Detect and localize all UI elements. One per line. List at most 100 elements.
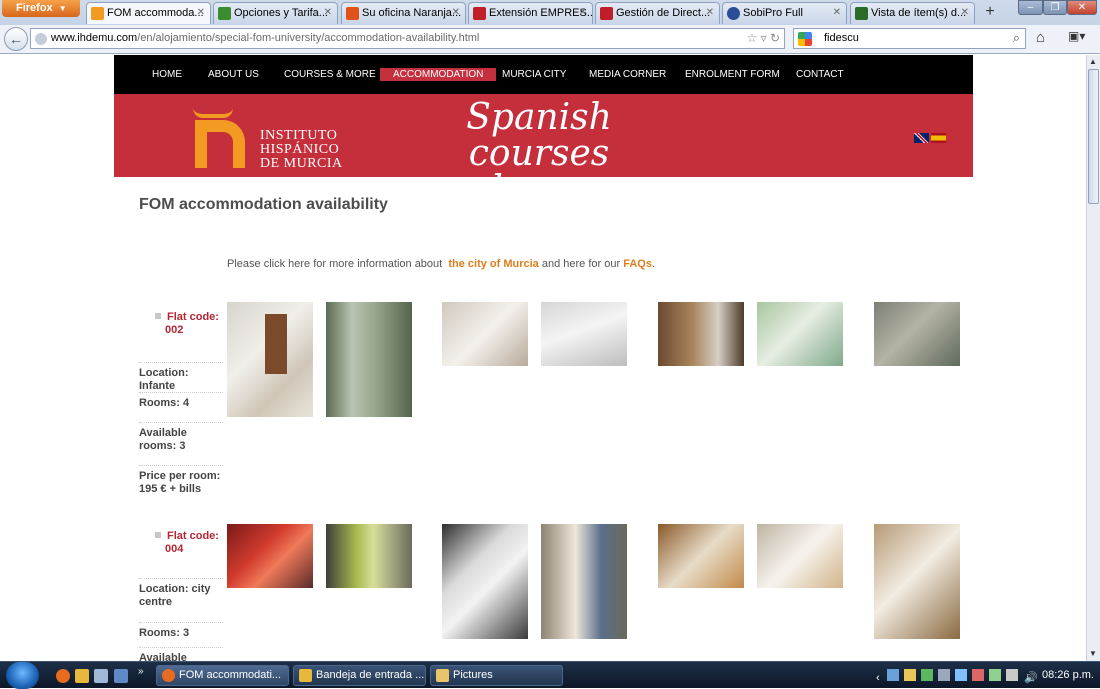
ihm-logo-icon[interactable] bbox=[189, 106, 249, 168]
faqs-link[interactable]: FAQs bbox=[623, 258, 652, 270]
explorer-quicklaunch-icon[interactable] bbox=[94, 669, 108, 683]
nav-about-us[interactable]: ABOUT US bbox=[208, 69, 259, 80]
outlook-icon bbox=[299, 669, 312, 682]
clock[interactable]: 08:26 p.m. bbox=[1042, 669, 1094, 681]
quicklaunch-overflow-icon[interactable]: » bbox=[138, 666, 144, 677]
page-viewport: HOME ABOUT US COURSES & MORE ACCOMMODATI… bbox=[0, 55, 1086, 661]
scroll-up-icon[interactable]: ▲ bbox=[1089, 57, 1097, 66]
volume-icon[interactable]: 🔊 bbox=[1024, 672, 1038, 684]
flat-photo[interactable] bbox=[874, 524, 960, 639]
tab-gestion-direct[interactable]: Gestión de Direct... ✕ bbox=[595, 2, 720, 24]
flat-photo[interactable] bbox=[442, 302, 528, 366]
address-bar[interactable]: www.ihdemu.com/en/alojamiento/special-fo… bbox=[30, 28, 785, 49]
scrollbar-thumb[interactable] bbox=[1088, 69, 1099, 204]
close-window-icon[interactable]: ✕ bbox=[1067, 0, 1097, 15]
flat-photo[interactable] bbox=[658, 524, 744, 588]
tray-app-icon[interactable] bbox=[972, 669, 985, 681]
flat-photo[interactable] bbox=[227, 302, 313, 417]
taskbar-item[interactable]: Bandeja de entrada ... bbox=[293, 665, 426, 686]
nav-murcia-city[interactable]: MURCIA CITY bbox=[502, 69, 566, 80]
english-flag-icon[interactable] bbox=[914, 133, 929, 143]
flat-photo[interactable] bbox=[541, 524, 627, 639]
google-search-engine-icon[interactable] bbox=[798, 32, 812, 46]
bullet-icon bbox=[155, 532, 161, 538]
taskbar: » FOM accommodati... Bandeja de entrada … bbox=[0, 661, 1100, 689]
tray-app-icon[interactable] bbox=[903, 669, 916, 681]
nav-contact[interactable]: CONTACT bbox=[796, 69, 844, 80]
flat-photo[interactable] bbox=[442, 524, 528, 639]
tab-fom-accommodation[interactable]: FOM accommoda... ✕ bbox=[86, 2, 211, 24]
language-switcher bbox=[914, 130, 948, 148]
tray-app-icon[interactable] bbox=[989, 669, 1002, 681]
flat-photo[interactable] bbox=[227, 524, 313, 588]
minimize-icon[interactable]: – bbox=[1018, 0, 1043, 15]
flat-price: Price per room: 195 € + bills bbox=[139, 465, 223, 496]
flat-photo[interactable] bbox=[326, 524, 412, 588]
nav-accommodation[interactable]: ACCOMMODATION bbox=[380, 68, 497, 81]
tray-app-icon[interactable] bbox=[954, 669, 967, 681]
close-tab-icon[interactable]: ✕ bbox=[452, 7, 460, 18]
vertical-scrollbar[interactable]: ▲ ▼ bbox=[1086, 55, 1100, 661]
taskbar-item[interactable]: FOM accommodati... bbox=[156, 665, 289, 686]
restore-icon[interactable]: ❐ bbox=[1043, 0, 1067, 15]
show-desktop-icon[interactable] bbox=[114, 669, 128, 683]
tab-favicon-icon bbox=[346, 7, 359, 20]
new-tab-icon[interactable]: + bbox=[979, 3, 1001, 23]
outlook-quicklaunch-icon[interactable] bbox=[75, 669, 89, 683]
tab-extension-empres[interactable]: Extensión EMPRES... ✕ bbox=[468, 2, 593, 24]
system-tray: ‹ 🔊 bbox=[876, 669, 1038, 684]
firefox-quicklaunch-icon[interactable] bbox=[56, 669, 70, 683]
reload-icon[interactable]: ↻ bbox=[770, 31, 780, 45]
tab-opciones[interactable]: Opciones y Tarifa... ✕ bbox=[213, 2, 338, 24]
flat-photo[interactable] bbox=[658, 302, 744, 366]
flat-rooms: Rooms: 4 bbox=[139, 392, 223, 410]
close-tab-icon[interactable]: ✕ bbox=[579, 7, 587, 18]
nav-media-corner[interactable]: MEDIA CORNER bbox=[589, 69, 666, 80]
close-tab-icon[interactable]: ✕ bbox=[706, 7, 714, 18]
close-tab-icon[interactable]: ✕ bbox=[961, 7, 969, 18]
start-button-icon[interactable] bbox=[6, 662, 39, 689]
tab-sobipro[interactable]: SobiPro Full ✕ bbox=[722, 2, 847, 24]
close-tab-icon[interactable]: ✕ bbox=[833, 7, 841, 18]
url-domain: www.ihdemu.com bbox=[51, 32, 138, 44]
flat-code: Flat code: 002 bbox=[139, 311, 223, 337]
tray-network-icon[interactable] bbox=[886, 669, 899, 681]
flat-photo[interactable] bbox=[757, 524, 843, 588]
firefox-menu-button[interactable]: Firefox ▼ bbox=[2, 0, 80, 17]
search-icon[interactable]: ⌕ bbox=[1013, 30, 1020, 46]
close-tab-icon[interactable]: ✕ bbox=[197, 7, 205, 18]
home-icon[interactable]: ⌂ bbox=[1036, 29, 1045, 46]
flat-photo[interactable] bbox=[541, 302, 627, 366]
taskbar-item[interactable]: Pictures bbox=[430, 665, 563, 686]
back-arrow-icon[interactable]: ← bbox=[4, 27, 28, 51]
tab-vista-item[interactable]: Vista de ítem(s) d... ✕ bbox=[850, 2, 975, 24]
tray-app-icon[interactable] bbox=[1006, 669, 1019, 681]
title-bar: Firefox ▼ FOM accommoda... ✕ Opciones y T… bbox=[0, 0, 1100, 25]
bookmarks-menu-icon[interactable]: ▣▾ bbox=[1068, 29, 1085, 43]
flat-listing: Flat code: 004 Location: city centre Room… bbox=[139, 524, 969, 661]
bookmark-star-icon[interactable]: ☆ bbox=[746, 31, 757, 45]
site-identity-icon[interactable] bbox=[35, 33, 47, 45]
flat-code: Flat code: 004 bbox=[139, 530, 223, 556]
navigation-toolbar: ← www.ihdemu.com/en/alojamiento/special-… bbox=[0, 25, 1100, 54]
flat-photo[interactable] bbox=[757, 302, 843, 366]
tray-expand-icon[interactable]: ‹ bbox=[876, 672, 880, 684]
site-navigation: HOME ABOUT US COURSES & MORE ACCOMMODATI… bbox=[114, 55, 973, 94]
tab-oficina-naranja[interactable]: Su oficina Naranja... ✕ bbox=[341, 2, 466, 24]
dropdown-arrow-icon[interactable]: ▿ bbox=[761, 31, 767, 45]
nav-enrolment-form[interactable]: ENROLMENT FORM bbox=[685, 69, 780, 80]
page-title: FOM accommodation availability bbox=[139, 196, 388, 213]
close-tab-icon[interactable]: ✕ bbox=[324, 7, 332, 18]
tray-app-icon[interactable] bbox=[920, 669, 933, 681]
scroll-down-icon[interactable]: ▼ bbox=[1089, 649, 1097, 658]
tab-favicon-icon bbox=[473, 7, 486, 20]
nav-home[interactable]: HOME bbox=[152, 69, 182, 80]
flat-photo[interactable] bbox=[874, 302, 960, 366]
nav-courses[interactable]: COURSES & MORE bbox=[284, 69, 376, 80]
murcia-city-link[interactable]: the city of Murcia bbox=[448, 258, 538, 270]
search-input[interactable]: fidescu ⌕ bbox=[793, 28, 1026, 49]
flat-photo[interactable] bbox=[326, 302, 412, 417]
tray-app-icon[interactable] bbox=[937, 669, 950, 681]
spanish-flag-icon[interactable] bbox=[931, 133, 946, 143]
ihdemu-favicon-icon bbox=[91, 7, 104, 20]
